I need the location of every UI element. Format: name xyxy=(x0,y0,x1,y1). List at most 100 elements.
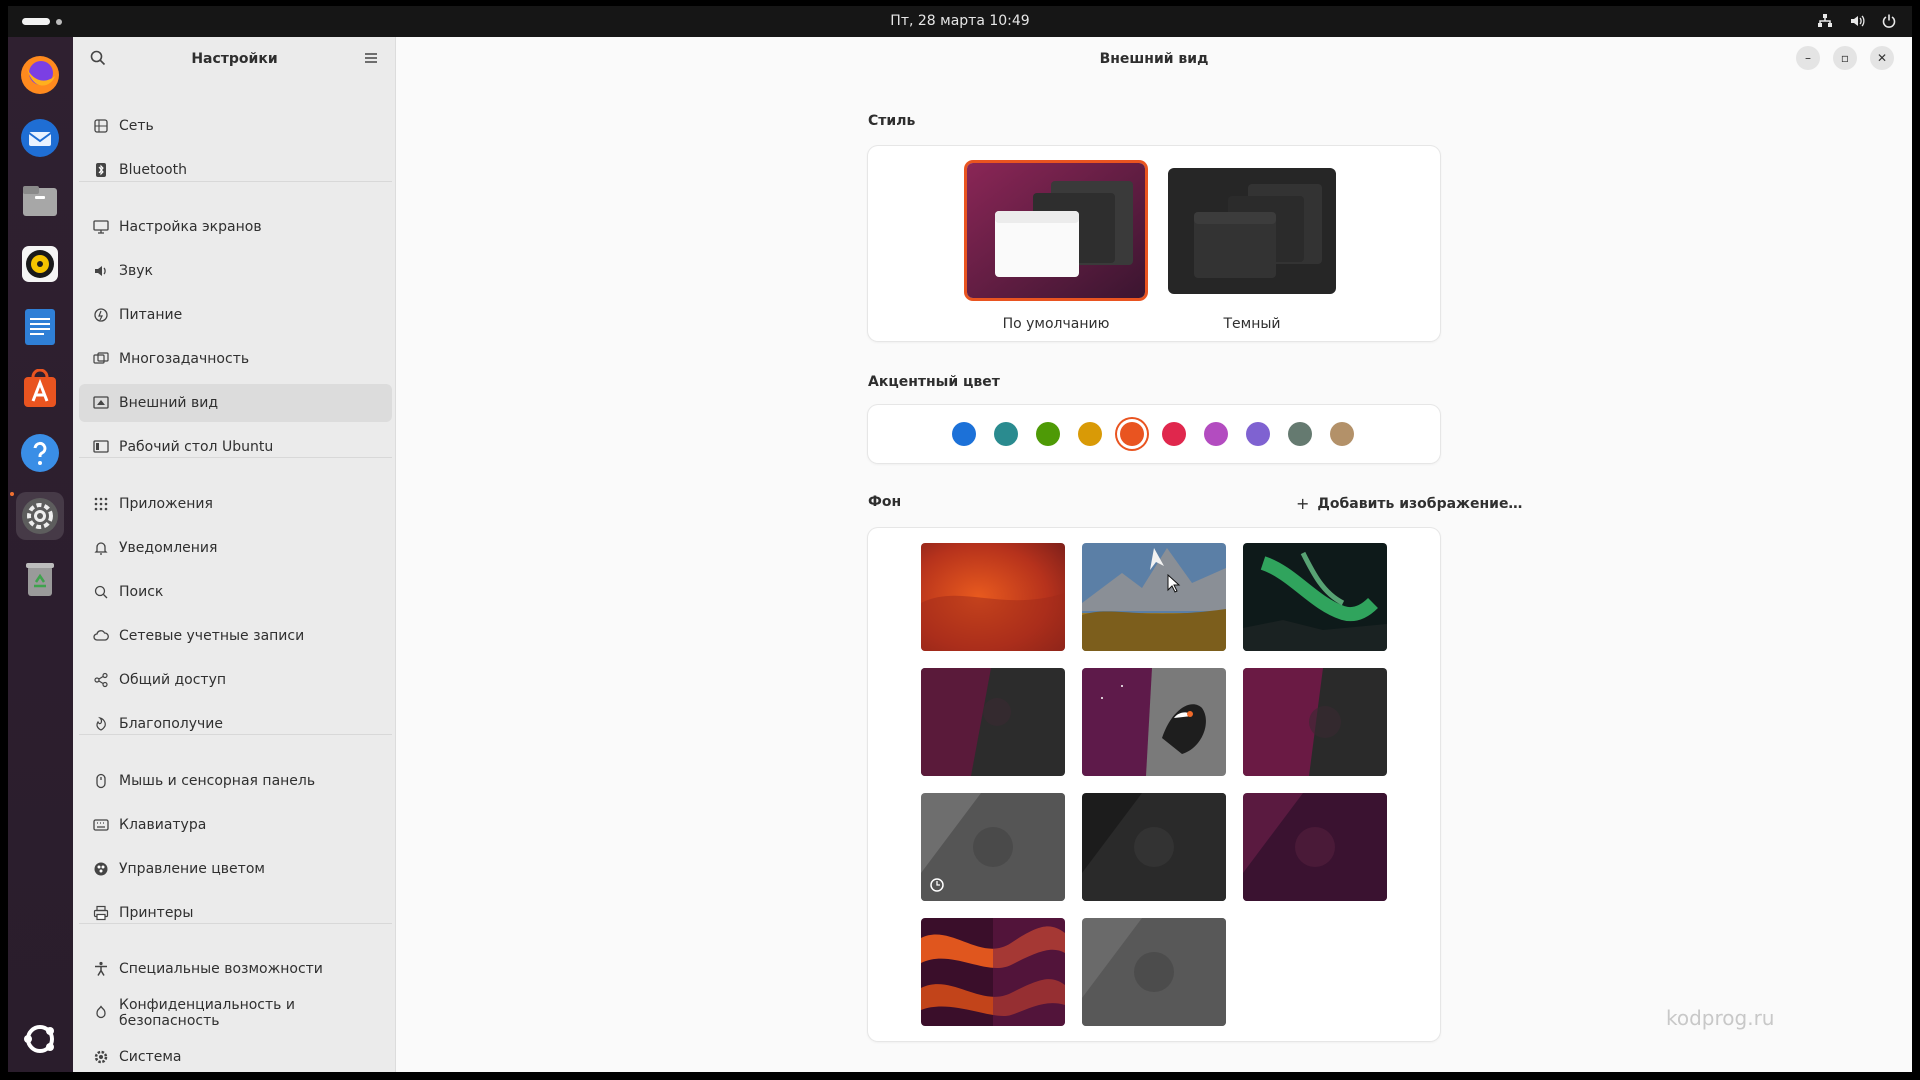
sidebar-item-label: Питание xyxy=(119,307,183,323)
libreoffice-writer-icon[interactable] xyxy=(16,303,64,351)
style-option-default-label: По умолчанию xyxy=(1002,316,1110,332)
sidebar-item-label: Управление цветом xyxy=(119,861,265,877)
sidebar-separator xyxy=(79,181,392,182)
accessibility-icon xyxy=(93,961,109,977)
sidebar-item-accessibility[interactable]: Специальные возможности xyxy=(79,950,392,988)
sidebar-item-search[interactable]: Поиск xyxy=(79,573,392,611)
firefox-icon[interactable] xyxy=(16,51,64,99)
wallpaper-thumb[interactable] xyxy=(921,918,1065,1026)
accent-swatch-teal[interactable] xyxy=(994,422,1018,446)
accent-swatch-orange[interactable] xyxy=(1120,422,1144,446)
hamburger-menu-icon[interactable] xyxy=(362,49,382,69)
printer-icon xyxy=(93,905,109,921)
wallpaper-thumb[interactable] xyxy=(1082,793,1226,901)
system-gear-icon xyxy=(93,1049,109,1065)
plus-icon: + xyxy=(1296,494,1310,513)
rhythmbox-icon[interactable] xyxy=(16,240,64,288)
wallpaper-thumb[interactable] xyxy=(1082,668,1226,776)
background-card xyxy=(868,528,1440,1041)
sidebar-item-ubuntu-desktop[interactable]: Рабочий стол Ubuntu xyxy=(79,428,392,466)
dock xyxy=(8,37,73,1072)
sidebar-separator xyxy=(79,457,392,458)
accent-swatch-green[interactable] xyxy=(1036,422,1060,446)
wallpaper-thumb[interactable] xyxy=(921,793,1065,901)
sidebar-item-multitasking[interactable]: Многозадачность xyxy=(79,340,392,378)
sidebar-item-displays[interactable]: Настройка экранов xyxy=(79,208,392,246)
sidebar-item-keyboard[interactable]: Клавиатура xyxy=(79,806,392,844)
sidebar-item-appearance[interactable]: Внешний вид xyxy=(79,384,392,422)
sidebar-item-bluetooth[interactable]: Bluetooth xyxy=(79,151,392,189)
sidebar-item-privacy[interactable]: Конфиденциальность и безопасность xyxy=(79,994,392,1032)
wallpaper-thumb[interactable] xyxy=(1082,543,1226,651)
wallpaper-thumb[interactable] xyxy=(1243,543,1387,651)
sidebar-item-power[interactable]: Питание xyxy=(79,296,392,334)
files-icon[interactable] xyxy=(16,177,64,225)
content-pane: Внешний вид – ▫ ✕ Стиль По умолчанию Тем… xyxy=(396,37,1912,1072)
help-icon[interactable] xyxy=(16,429,64,477)
sidebar-item-color[interactable]: Управление цветом xyxy=(79,850,392,888)
maximize-button[interactable]: ▫ xyxy=(1833,46,1857,70)
system-tray[interactable] xyxy=(1816,12,1898,30)
sidebar-item-label: Мышь и сенсорная панель xyxy=(119,773,316,789)
volume-icon xyxy=(1848,12,1866,30)
sidebar-item-mouse[interactable]: Мышь и сенсорная панель xyxy=(79,762,392,800)
wallpaper-thumb[interactable] xyxy=(1082,918,1226,1026)
wellbeing-icon xyxy=(93,716,109,732)
style-option-default[interactable] xyxy=(967,163,1145,298)
sidebar-item-label: Сетевые учетные записи xyxy=(119,628,305,644)
sidebar-item-label: Многозадачность xyxy=(119,351,250,367)
wallpaper-thumb[interactable] xyxy=(921,543,1065,651)
sidebar-item-label: Клавиатура xyxy=(119,817,207,833)
accent-swatch-yellow[interactable] xyxy=(1078,422,1102,446)
mouse-icon xyxy=(93,773,109,789)
style-section-label: Стиль xyxy=(868,113,916,129)
wallpaper-thumb[interactable] xyxy=(921,668,1065,776)
accent-section-label: Акцентный цвет xyxy=(868,374,1000,390)
sidebar-item-network[interactable]: Сеть xyxy=(79,107,392,145)
app-center-icon[interactable] xyxy=(16,366,64,414)
minimize-button[interactable]: – xyxy=(1796,46,1820,70)
sidebar-item-label: Благополучие xyxy=(119,716,223,732)
sidebar-item-wellbeing[interactable]: Благополучие xyxy=(79,705,392,743)
watermark: kodprog.ru xyxy=(1666,1006,1775,1030)
sidebar-item-sound[interactable]: Звук xyxy=(79,252,392,290)
accent-swatch-red[interactable] xyxy=(1162,422,1186,446)
share-icon xyxy=(93,672,109,688)
sidebar-item-notifications[interactable]: Уведомления xyxy=(79,529,392,567)
sidebar-item-label: Система xyxy=(119,1049,182,1065)
sidebar-item-label: Принтеры xyxy=(119,905,194,921)
sidebar-item-label: Рабочий стол Ubuntu xyxy=(119,439,274,455)
display-icon xyxy=(93,219,109,235)
add-image-label: Добавить изображение… xyxy=(1317,495,1523,512)
close-button[interactable]: ✕ xyxy=(1870,46,1894,70)
appearance-icon xyxy=(93,395,109,411)
accent-swatch-blue[interactable] xyxy=(952,422,976,446)
accent-swatch-purple[interactable] xyxy=(1246,422,1270,446)
trash-icon[interactable] xyxy=(16,555,64,603)
sidebar-item-system[interactable]: Система xyxy=(79,1038,392,1072)
settings-window: Настройки Сеть Bluetooth Настройка экран… xyxy=(73,37,1912,1072)
accent-swatch-pink[interactable] xyxy=(1204,422,1228,446)
color-icon xyxy=(93,861,109,877)
bell-icon xyxy=(93,540,109,556)
accent-swatch-brown[interactable] xyxy=(1330,422,1354,446)
sidebar-item-online-accounts[interactable]: Сетевые учетные записи xyxy=(79,617,392,655)
settings-icon[interactable] xyxy=(16,492,64,540)
sidebar-item-printers[interactable]: Принтеры xyxy=(79,894,392,932)
clock[interactable]: Пт, 28 марта 10:49 xyxy=(8,13,1912,29)
add-image-button[interactable]: + Добавить изображение… xyxy=(1296,494,1522,513)
wallpaper-thumb[interactable] xyxy=(1243,793,1387,901)
thunderbird-icon[interactable] xyxy=(16,114,64,162)
cloud-icon xyxy=(93,628,109,644)
sidebar-item-label: Поиск xyxy=(119,584,164,600)
sidebar-item-sharing[interactable]: Общий доступ xyxy=(79,661,392,699)
sidebar-item-apps[interactable]: Приложения xyxy=(79,485,392,523)
ubuntu-show-apps-icon[interactable] xyxy=(16,1015,64,1063)
style-option-dark[interactable] xyxy=(1168,168,1336,294)
sidebar-header: Настройки xyxy=(73,37,396,81)
accent-swatch-slate[interactable] xyxy=(1288,422,1312,446)
bluetooth-icon xyxy=(93,162,109,178)
sidebar-item-label: Уведомления xyxy=(119,540,218,556)
sidebar-item-label: Внешний вид xyxy=(119,395,219,411)
wallpaper-thumb[interactable] xyxy=(1243,668,1387,776)
